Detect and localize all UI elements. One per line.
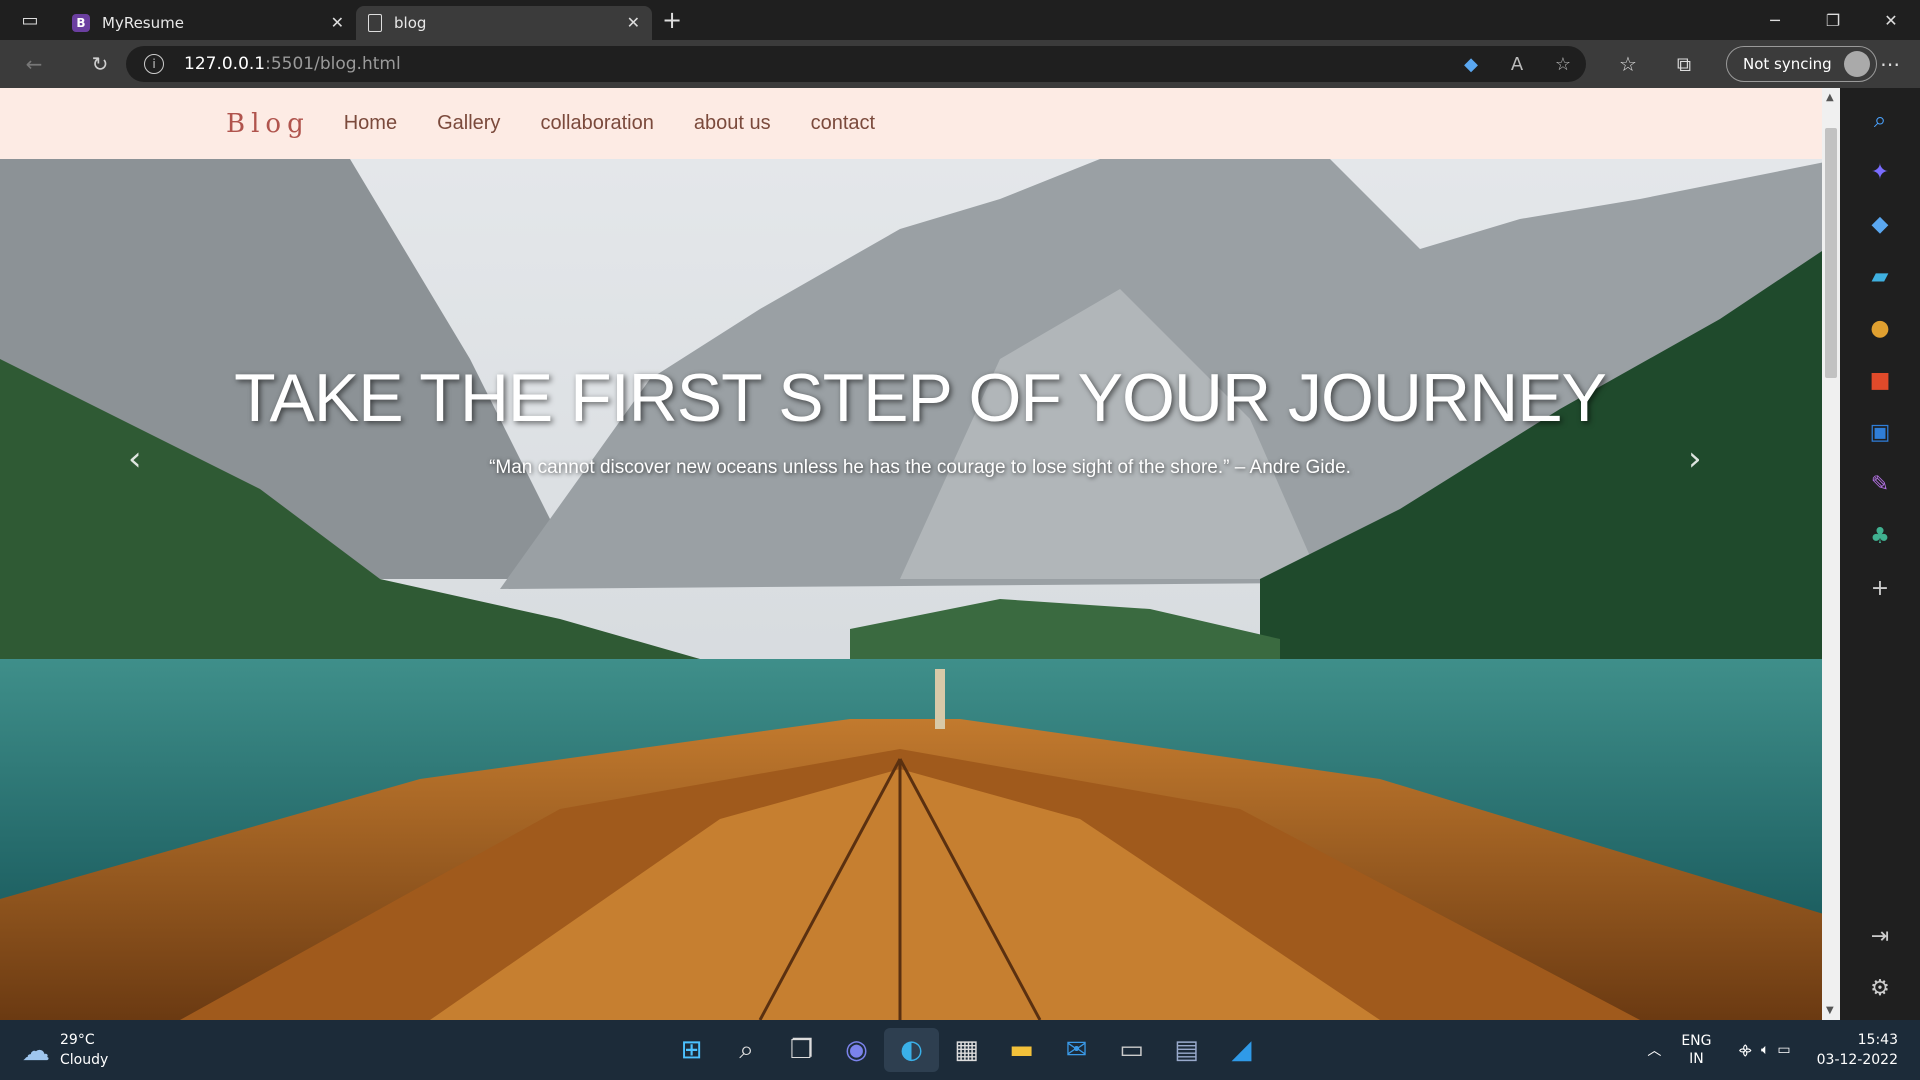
- tab-blog[interactable]: blog ✕: [356, 6, 652, 40]
- clock-time: 15:43: [1857, 1032, 1898, 1048]
- nav-about-us[interactable]: about us: [694, 112, 771, 135]
- address-bar[interactable]: i 127.0.0.1:5501/blog.html ◆ A ☆: [126, 46, 1586, 82]
- more-options-icon[interactable]: ⋯: [1880, 52, 1900, 76]
- minimize-icon[interactable]: ─: [1746, 0, 1804, 40]
- window-controls: ─ ❐ ✕: [1746, 0, 1920, 40]
- url-path: :5501/blog.html: [265, 54, 401, 74]
- drop-icon[interactable]: ✎: [1860, 458, 1900, 510]
- new-tab-button[interactable]: +: [652, 0, 692, 40]
- nav-gallery[interactable]: Gallery: [437, 112, 500, 135]
- volume-icon[interactable]: 🔈︎: [1761, 1042, 1769, 1058]
- cloud-icon: ☁: [22, 1033, 50, 1067]
- nav-links: Home Gallery collaboration about us cont…: [344, 112, 915, 135]
- search-taskbar-icon[interactable]: ⌕: [719, 1028, 774, 1072]
- edge-sidebar: ⌕ ✦ ◆ ▰ ● ■ ▣ ✎ ♣ + ⇥ ⚙: [1840, 88, 1920, 1020]
- taskbar-apps: ⊞ ⌕ ❐ ◉ ◐ ▦ ▬ ✉ ▭ ▤ ◢: [664, 1028, 1269, 1072]
- task-view-icon[interactable]: ❐: [774, 1028, 829, 1072]
- system-tray: ︿ ENG IN ᯽ 🔈︎ ▭ 15:43 03-12-2022: [1647, 1020, 1920, 1080]
- scroll-down-icon[interactable]: ▼: [1826, 1005, 1834, 1016]
- hero-carousel: ‹ › TAKE THE FIRST STEP OF YOUR JOURNEY …: [0, 159, 1840, 1020]
- tools-icon[interactable]: ▰: [1860, 250, 1900, 302]
- weather-temp: 29°C: [60, 1032, 95, 1048]
- lang-line1: ENG: [1681, 1033, 1712, 1049]
- outlook-icon[interactable]: ▣: [1860, 406, 1900, 458]
- wifi-icon[interactable]: ᯽: [1737, 1041, 1753, 1060]
- weather-condition: Cloudy: [60, 1052, 109, 1068]
- nav-home[interactable]: Home: [344, 112, 397, 135]
- sync-label: Not syncing: [1743, 55, 1832, 73]
- battery-icon[interactable]: ▭: [1777, 1042, 1790, 1058]
- tab-actions-icon[interactable]: ▭: [0, 0, 60, 40]
- coupon-tag-icon[interactable]: ◆: [1448, 54, 1494, 75]
- language-indicator[interactable]: ENG IN: [1681, 1032, 1711, 1068]
- tree-icon[interactable]: ♣: [1860, 510, 1900, 562]
- page-viewport: Blog Home Gallery collaboration about us…: [0, 88, 1840, 1020]
- taskbar: ☁ 29°C Cloudy ⊞ ⌕ ❐ ◉ ◐ ▦ ▬ ✉ ▭ ▤ ◢ ︿ EN…: [0, 1020, 1920, 1080]
- add-sidebar-app-icon[interactable]: +: [1860, 562, 1900, 614]
- mail-icon[interactable]: ✉: [1049, 1028, 1104, 1072]
- vscode-icon[interactable]: ◢: [1214, 1028, 1269, 1072]
- tab-strip: ▭ B MyResume ✕ blog ✕ + ─ ❐ ✕: [0, 0, 1920, 40]
- favorites-icon[interactable]: ☆: [1600, 52, 1656, 76]
- refresh-button[interactable]: ↻: [76, 40, 124, 88]
- nav-contact[interactable]: contact: [811, 112, 875, 135]
- collections-icon[interactable]: ⧉: [1656, 52, 1712, 76]
- read-aloud-icon[interactable]: A: [1494, 54, 1540, 75]
- address-icons: ◆ A ☆: [1448, 46, 1586, 82]
- close-tab-icon[interactable]: ✕: [331, 13, 344, 32]
- myresume-favicon-icon: B: [72, 14, 90, 32]
- file-explorer-icon[interactable]: ▬: [994, 1028, 1049, 1072]
- hero-quote: “Man cannot discover new oceans unless h…: [489, 457, 1351, 478]
- close-window-icon[interactable]: ✕: [1862, 0, 1920, 40]
- lang-line2: IN: [1689, 1051, 1704, 1067]
- discover-icon[interactable]: ✦: [1860, 146, 1900, 198]
- site-brand[interactable]: Blog: [226, 109, 310, 139]
- tab-title: blog: [394, 14, 427, 32]
- start-icon[interactable]: ⊞: [664, 1028, 719, 1072]
- clock-date: 03-12-2022: [1816, 1052, 1898, 1068]
- restore-icon[interactable]: ❐: [1804, 0, 1862, 40]
- url-host: 127.0.0.1: [184, 54, 266, 74]
- browser-toolbar: ← ↻ i 127.0.0.1:5501/blog.html ◆ A ☆ ☆ ⧉…: [0, 40, 1920, 88]
- tab-title: MyResume: [102, 14, 184, 32]
- scroll-up-icon[interactable]: ▲: [1826, 92, 1834, 103]
- avatar: [1843, 51, 1870, 77]
- hero-title: TAKE THE FIRST STEP OF YOUR JOURNEY: [234, 360, 1607, 436]
- toolbar-right: ☆ ⧉ Not syncing: [1600, 40, 1877, 88]
- close-tab-icon[interactable]: ✕: [627, 13, 640, 32]
- site-info-icon[interactable]: i: [144, 54, 164, 74]
- back-button[interactable]: ←: [10, 40, 58, 88]
- remote-desktop-icon[interactable]: ▤: [1159, 1028, 1214, 1072]
- page-favicon-icon: [368, 14, 382, 32]
- search-icon[interactable]: ⌕: [1860, 94, 1900, 146]
- hero-caption: TAKE THE FIRST STEP OF YOUR JOURNEY “Man…: [0, 359, 1840, 479]
- sidebar-collapse-icon[interactable]: ⇥: [1860, 910, 1900, 962]
- hero-image: [0, 159, 1840, 1020]
- terminal-icon[interactable]: ▭: [1104, 1028, 1159, 1072]
- store-icon[interactable]: ▦: [939, 1028, 994, 1072]
- shopping-icon[interactable]: ◆: [1860, 198, 1900, 250]
- edge-icon[interactable]: ◐: [884, 1028, 939, 1072]
- settings-icon[interactable]: ⚙: [1860, 962, 1900, 1014]
- profile-sync-button[interactable]: Not syncing: [1726, 46, 1877, 82]
- tab-myresume[interactable]: B MyResume ✕: [60, 6, 356, 40]
- scroll-thumb[interactable]: [1825, 128, 1837, 378]
- nav-collaboration[interactable]: collaboration: [540, 112, 653, 135]
- clock[interactable]: 15:43 03-12-2022: [1817, 1030, 1898, 1070]
- add-favorite-icon[interactable]: ☆: [1540, 54, 1586, 75]
- office-icon[interactable]: ■: [1860, 354, 1900, 406]
- tray-overflow-icon[interactable]: ︿: [1647, 1040, 1661, 1060]
- site-navbar: Blog Home Gallery collaboration about us…: [0, 88, 1840, 159]
- games-icon[interactable]: ●: [1860, 302, 1900, 354]
- weather-widget[interactable]: ☁ 29°C Cloudy: [22, 1030, 108, 1070]
- chat-icon[interactable]: ◉: [829, 1028, 884, 1072]
- page-scrollbar[interactable]: ▲ ▼: [1822, 88, 1840, 1020]
